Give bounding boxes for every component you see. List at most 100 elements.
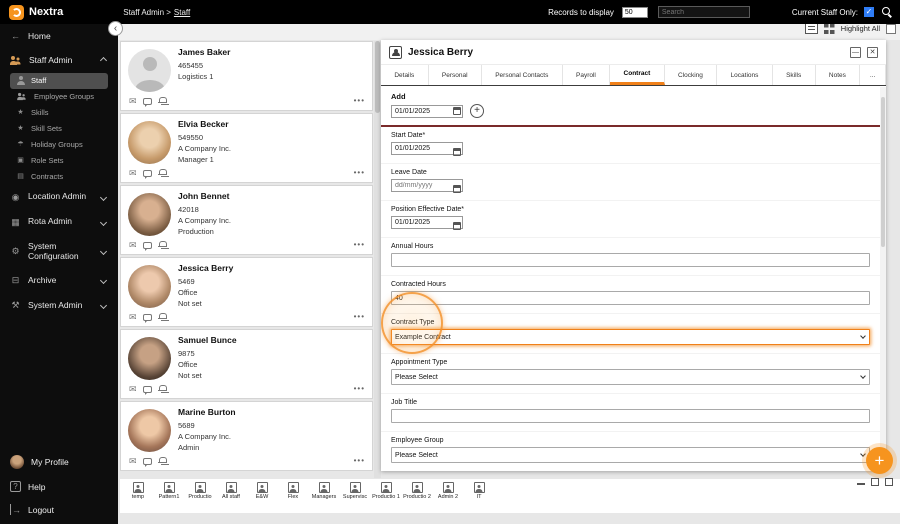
sidebar-item-logout[interactable]: → Logout (0, 498, 118, 521)
annual-hours-input[interactable] (391, 253, 870, 267)
sidebar-item-system-admin[interactable]: ⚒ System Admin (0, 293, 118, 318)
tab-locations[interactable]: Locations (717, 65, 773, 85)
tab-details[interactable]: Details (381, 65, 429, 85)
panel-minimize-icon[interactable]: — (850, 46, 861, 58)
job-title-input[interactable] (391, 409, 870, 423)
sidebar-item-location-admin[interactable]: ◉ Location Admin (0, 185, 118, 210)
more-options-icon[interactable]: ••• (354, 312, 365, 321)
person-badge-icon (194, 482, 206, 493)
appointment-type-select[interactable]: Please Select (391, 369, 870, 385)
calendar-icon[interactable] (453, 147, 461, 156)
filter-production-1[interactable]: Productio 1 (372, 482, 400, 500)
filter-ew[interactable]: E&W (248, 482, 276, 500)
staff-list-scrollbar-thumb[interactable] (375, 41, 380, 113)
staff-card-elvia-becker[interactable]: Elvia Becker 549550 A Company Inc. Manag… (120, 113, 373, 183)
tab-skills[interactable]: Skills (773, 65, 816, 85)
filter-pattern1[interactable]: Pattern1 (155, 482, 183, 500)
sidebar-item-archive[interactable]: ⊟ Archive (0, 268, 118, 293)
sidebar-item-home[interactable]: ← Home (0, 24, 118, 49)
sidebar-item-my-profile[interactable]: My Profile (0, 449, 118, 475)
filter-label: Productio 1 (372, 494, 400, 500)
calendar-icon[interactable] (453, 221, 461, 230)
more-options-icon[interactable]: ••• (354, 456, 365, 465)
calendar-icon[interactable] (453, 107, 461, 115)
sidebar-item-help[interactable]: ? Help (0, 475, 118, 498)
add-staff-fab-button[interactable]: + (866, 447, 893, 474)
sidebar-item-staff-admin[interactable]: Staff Admin (0, 49, 118, 73)
contract-type-select[interactable]: Example Contract (391, 329, 870, 345)
list-view-icon[interactable] (804, 23, 818, 34)
tab-contract[interactable]: Contract (610, 65, 665, 85)
bell-icon[interactable] (157, 241, 167, 250)
filter-production-2[interactable]: Productio 2 (403, 482, 431, 500)
mail-icon[interactable]: ✉ (129, 313, 137, 322)
filter-flex[interactable]: Flex (279, 482, 307, 500)
breadcrumb-current-link[interactable]: Staff (174, 8, 190, 17)
staff-card-james-baker[interactable]: James Baker 465455 Logistics 1 ✉ ••• (120, 41, 373, 111)
current-staff-only-checkbox[interactable]: ✓ (864, 7, 874, 17)
filter-admin-2[interactable]: Admin 2 (434, 482, 462, 500)
chat-icon[interactable] (142, 458, 152, 467)
mail-icon[interactable]: ✉ (129, 97, 137, 106)
tab-personal[interactable]: Personal (429, 65, 482, 85)
add-contract-button[interactable]: + (470, 104, 484, 118)
bell-icon[interactable] (157, 457, 167, 466)
chat-icon[interactable] (142, 386, 152, 395)
sidebar-item-contracts[interactable]: ▤ Contracts (10, 169, 108, 185)
chat-icon[interactable] (142, 314, 152, 323)
tab-payroll[interactable]: Payroll (563, 65, 611, 85)
filter-it[interactable]: IT (465, 482, 493, 500)
filter-production[interactable]: Productio (186, 482, 214, 500)
employee-group-select[interactable]: Please Select (391, 447, 870, 463)
restore-window-icon[interactable] (871, 478, 879, 486)
sidebar-item-skills[interactable]: ★ Skills (10, 105, 108, 121)
search-input[interactable] (657, 6, 750, 18)
search-icon[interactable] (882, 7, 892, 17)
more-options-icon[interactable]: ••• (354, 96, 365, 105)
mail-icon[interactable]: ✉ (129, 457, 137, 466)
sidebar-item-system-configuration[interactable]: ⚙ System Configuration (0, 235, 118, 269)
staff-card-john-bennet[interactable]: John Bennet 42018 A Company Inc. Product… (120, 185, 373, 255)
sidebar-item-holiday-groups[interactable]: ☂ Holiday Groups (10, 137, 108, 153)
bell-icon[interactable] (157, 313, 167, 322)
filter-temp[interactable]: temp (124, 482, 152, 500)
filter-all-staff[interactable]: All staff (217, 482, 245, 500)
chat-icon[interactable] (142, 170, 152, 179)
bell-icon[interactable] (157, 385, 167, 394)
mail-icon[interactable]: ✉ (129, 385, 137, 394)
detail-scrollbar-thumb[interactable] (881, 97, 885, 247)
chat-icon[interactable] (142, 242, 152, 251)
more-options-icon[interactable]: ••• (354, 240, 365, 249)
sidebar-item-staff[interactable]: Staff (10, 72, 108, 89)
more-options-icon[interactable]: ••• (354, 384, 365, 393)
sidebar-item-role-sets[interactable]: ▣ Role Sets (10, 153, 108, 169)
minimize-window-icon[interactable] (857, 478, 865, 486)
grid-view-icon[interactable] (823, 23, 835, 34)
chat-icon[interactable] (142, 98, 152, 107)
filter-managers[interactable]: Managers (310, 482, 338, 500)
panel-close-icon[interactable]: ✕ (867, 46, 878, 58)
tab-personal-contacts[interactable]: Personal Contacts (482, 65, 563, 85)
staff-card-marine-burton[interactable]: Marine Burton 5689 A Company Inc. Admin … (120, 401, 373, 471)
sidebar-item-skill-sets[interactable]: ★ Skill Sets (10, 121, 108, 137)
contracted-hours-input[interactable] (391, 291, 870, 305)
staff-card-samuel-bunce[interactable]: Samuel Bunce 9875 Office Not set ✉ ••• (120, 329, 373, 399)
more-options-icon[interactable]: ••• (354, 168, 365, 177)
bell-icon[interactable] (157, 97, 167, 106)
sidebar-item-rota-admin[interactable]: ▦ Rota Admin (0, 210, 118, 235)
sidebar-system-admin-label: System Admin (28, 299, 83, 310)
maximize-window-icon[interactable] (885, 478, 893, 486)
calendar-icon[interactable] (453, 184, 461, 193)
mail-icon[interactable]: ✉ (129, 241, 137, 250)
highlight-all-checkbox[interactable] (886, 23, 896, 34)
filter-supervisors[interactable]: Supervisc (341, 482, 369, 500)
tab-more[interactable]: ... (860, 65, 886, 85)
tab-notes[interactable]: Notes (816, 65, 861, 85)
tab-clocking[interactable]: Clocking (665, 65, 718, 85)
bell-icon[interactable] (157, 169, 167, 178)
sidebar-item-employee-groups[interactable]: Employee Groups (10, 89, 108, 105)
collapse-panel-button[interactable]: ‹ (108, 21, 123, 36)
staff-card-jessica-berry[interactable]: Jessica Berry 5469 Office Not set ✉ ••• (120, 257, 373, 327)
records-to-display-input[interactable] (621, 6, 648, 18)
mail-icon[interactable]: ✉ (129, 169, 137, 178)
